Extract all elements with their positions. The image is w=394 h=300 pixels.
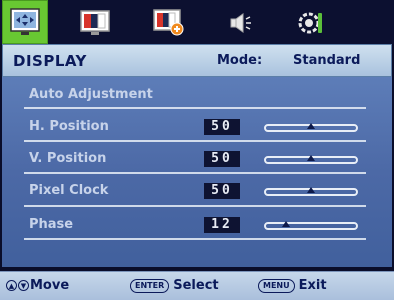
exit-label: Exit <box>298 278 327 293</box>
phase-slider[interactable] <box>264 221 358 230</box>
picture-icon <box>80 10 110 35</box>
down-arrow-icon: ▼ <box>18 280 29 291</box>
select-label: Select <box>173 278 219 293</box>
page-title: DISPLAY <box>13 52 87 70</box>
tab-audio[interactable] <box>218 4 264 42</box>
h-position-slider[interactable] <box>264 123 358 132</box>
v-position-value: 50 <box>204 151 240 167</box>
pixel-clock-slider[interactable] <box>264 187 358 196</box>
tab-picture[interactable] <box>72 4 118 42</box>
menu-panel: Auto Adjustment H. Position 50 V. Positi… <box>2 77 392 267</box>
slider-thumb[interactable] <box>307 187 315 193</box>
mode-label: Mode: <box>217 53 263 68</box>
menu-header: DISPLAY Mode: Standard <box>2 44 392 77</box>
slider-thumb[interactable] <box>307 123 315 129</box>
tab-display[interactable] <box>2 0 48 44</box>
move-label: Move <box>30 278 70 293</box>
divider <box>24 140 366 142</box>
divider <box>24 107 366 109</box>
menu-item-h-position[interactable]: H. Position <box>29 119 109 134</box>
tab-picture-advanced[interactable] <box>146 4 192 42</box>
footer-select: ENTER Select <box>130 278 219 293</box>
picture-advanced-icon <box>153 9 184 36</box>
up-arrow-icon: ▲ <box>6 280 17 291</box>
menu-item-phase[interactable]: Phase <box>29 217 73 232</box>
osd-menu: DISPLAY Mode: Standard Auto Adjustment H… <box>0 0 394 300</box>
menu-item-pixel-clock[interactable]: Pixel Clock <box>29 183 108 198</box>
phase-value: 12 <box>204 217 240 233</box>
enter-key-icon: ENTER <box>130 278 170 293</box>
slider-thumb[interactable] <box>281 221 290 227</box>
v-position-slider[interactable] <box>264 155 358 164</box>
system-settings-icon <box>298 12 322 34</box>
footer-move: ▲ ▼ Move <box>6 278 69 293</box>
tab-system[interactable] <box>288 4 334 42</box>
h-position-value: 50 <box>204 119 240 135</box>
pixel-clock-value: 50 <box>204 183 240 199</box>
footer-exit: MENU Exit <box>258 278 327 293</box>
slider-thumb[interactable] <box>307 155 315 161</box>
divider <box>24 205 366 207</box>
menu-item-v-position[interactable]: V. Position <box>29 151 106 166</box>
footer-bar: ▲ ▼ Move ENTER Select MENU Exit <box>0 271 394 300</box>
menu-item-auto-adjustment[interactable]: Auto Adjustment <box>29 87 153 102</box>
divider <box>24 238 366 240</box>
audio-icon <box>230 13 251 33</box>
divider <box>24 172 366 174</box>
tab-bar <box>0 0 394 44</box>
mode-value: Standard <box>293 53 361 68</box>
menu-key-icon: MENU <box>258 278 295 293</box>
display-settings-icon <box>10 8 40 35</box>
